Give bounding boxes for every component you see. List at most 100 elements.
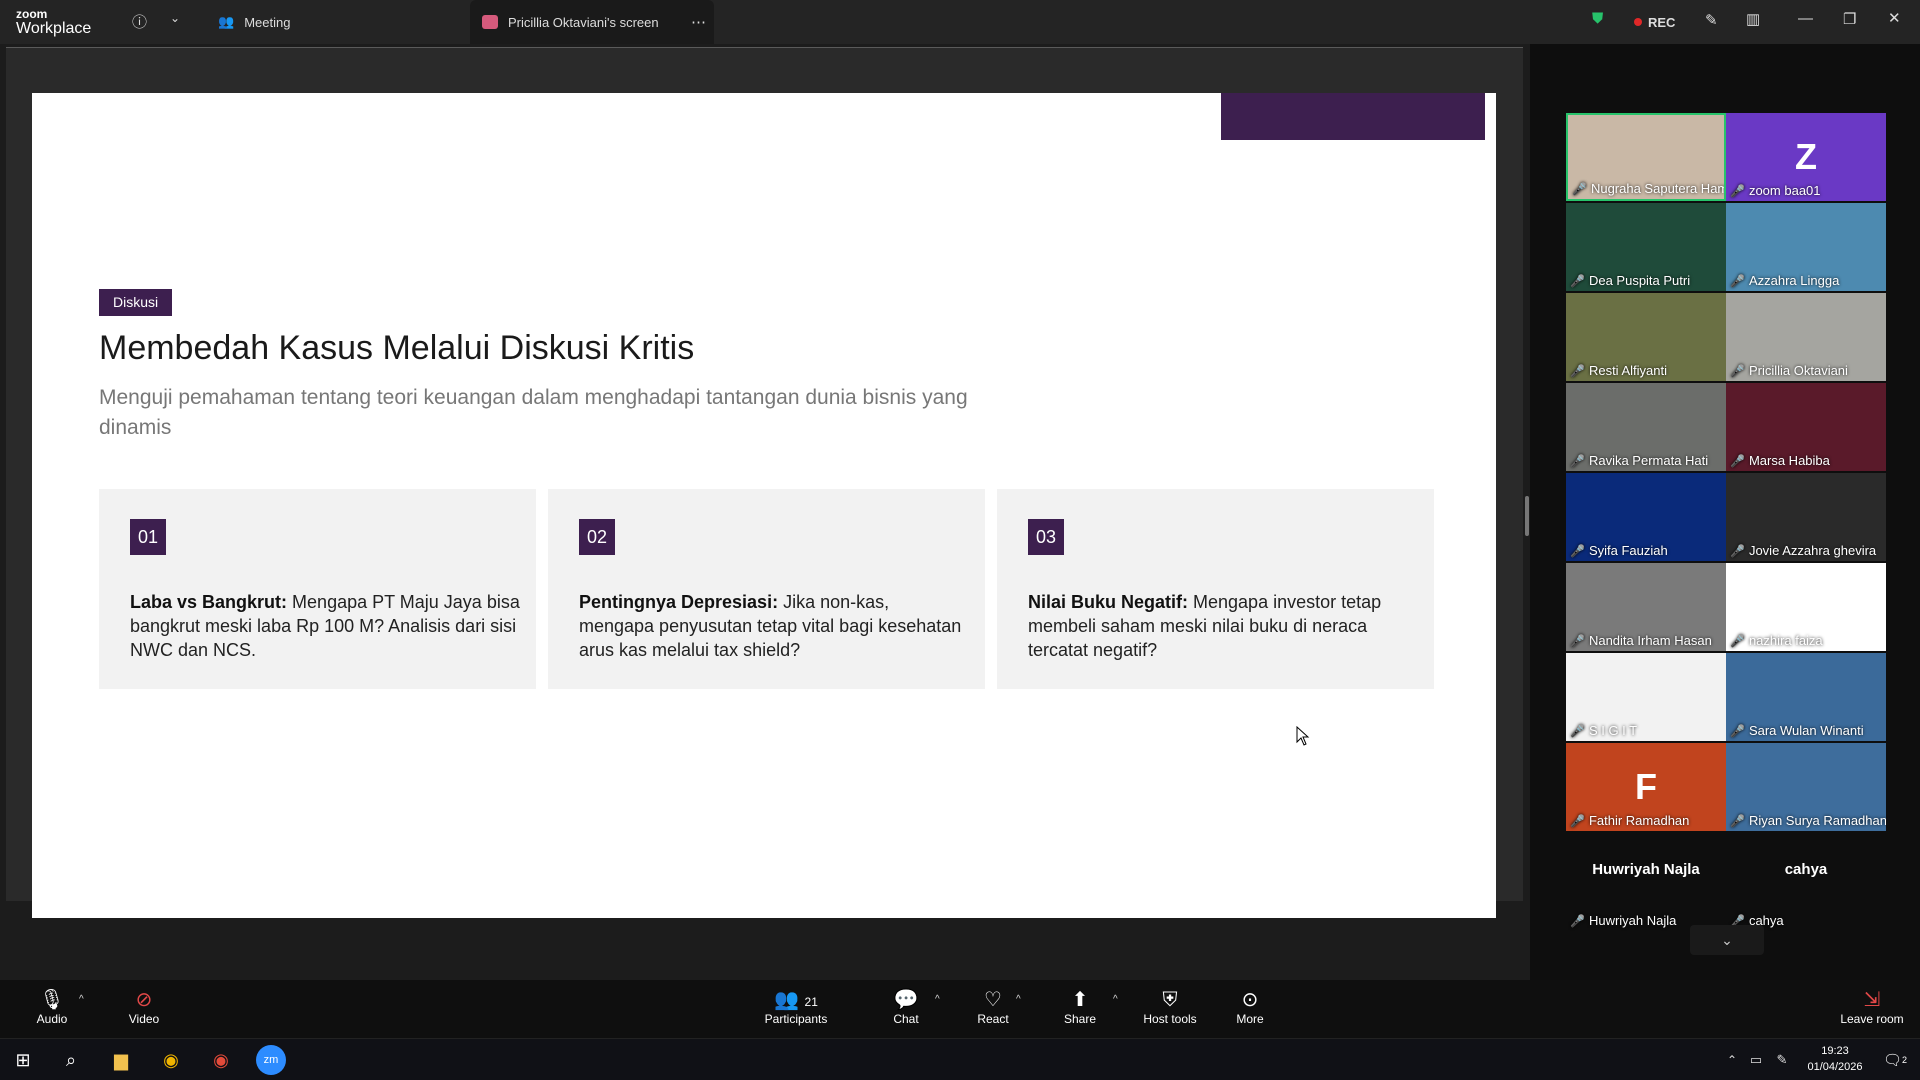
participant-tile[interactable]: Huwriyah Najla 🎤 Huwriyah Najla bbox=[1566, 843, 1726, 931]
participant-name: 🎤 Fathir Ramadhan bbox=[1570, 813, 1690, 828]
mic-muted-icon: 🎤 bbox=[1730, 454, 1745, 468]
discussion-card: 03 Nilai Buku Negatif: Mengapa investor … bbox=[997, 489, 1434, 689]
mic-muted-icon: 🎤 bbox=[1730, 724, 1745, 738]
shield-icon[interactable]: ⛊ bbox=[1592, 10, 1603, 27]
participant-name: 🎤 Azzahra Lingga bbox=[1730, 273, 1840, 288]
notification-icon[interactable]: 🗨 2 bbox=[1880, 1045, 1910, 1075]
share-options-caret-icon[interactable]: ^ bbox=[1113, 994, 1118, 1005]
participant-name: 🎤 Nandita Irham Hasan bbox=[1570, 633, 1712, 648]
meeting-tab[interactable]: 👥 Meeting bbox=[218, 0, 290, 44]
gallery-scroll-down-icon[interactable]: ⌄ bbox=[1690, 925, 1764, 955]
more-icon: ⊙ bbox=[1241, 989, 1259, 1011]
presentation-slide: Diskusi Membedah Kasus Melalui Diskusi K… bbox=[32, 93, 1496, 918]
audio-options-caret-icon[interactable]: ^ bbox=[79, 994, 84, 1005]
mic-muted-icon: 🎤 bbox=[1570, 634, 1585, 648]
discussion-card: 01 Laba vs Bangkrut: Mengapa PT Maju Jay… bbox=[99, 489, 536, 689]
participant-name: 🎤 Jovie Azzahra ghevira bbox=[1730, 543, 1877, 558]
participant-tile[interactable]: 🎤 Sara Wulan Winanti bbox=[1726, 653, 1886, 741]
participant-tile[interactable]: 🎤 Nandita Irham Hasan bbox=[1566, 563, 1726, 651]
participant-tile[interactable]: 🎤 Ravika Permata Hati bbox=[1566, 383, 1726, 471]
info-icon[interactable]: ⓘ bbox=[132, 11, 147, 32]
participant-tile[interactable]: 🎤 Pricillia Oktaviani bbox=[1726, 293, 1886, 381]
chrome-profile-icon[interactable]: ◉ bbox=[206, 1045, 236, 1075]
title-bar: zoom Workplace ⓘ ⌄ 👥 Meeting Pricillia O… bbox=[0, 0, 1920, 44]
participants-icon: 👥 21 bbox=[774, 989, 818, 1011]
video-off-icon: ⊘ bbox=[135, 989, 153, 1011]
participant-tile[interactable]: 🎤 Azzahra Lingga bbox=[1726, 203, 1886, 291]
participant-tile[interactable]: 🎤 Marsa Habiba bbox=[1726, 383, 1886, 471]
file-explorer-icon[interactable]: ▆ bbox=[106, 1045, 136, 1075]
chat-button[interactable]: 💬 Chat bbox=[888, 988, 924, 1026]
participant-name: 🎤 Pricillia Oktaviani bbox=[1730, 363, 1848, 378]
windows-start-icon[interactable]: ⊞ bbox=[8, 1045, 38, 1075]
card-text: Nilai Buku Negatif: Mengapa investor tet… bbox=[1028, 592, 1382, 660]
participant-tile[interactable]: cahya 🎤 cahya bbox=[1726, 843, 1886, 931]
participant-tile[interactable]: 🎤 Riyan Surya Ramadhan bbox=[1726, 743, 1886, 831]
participant-tile[interactable]: 🎤 Nugraha Saputera Ham... bbox=[1566, 113, 1726, 201]
layout-icon[interactable]: ▥ bbox=[1746, 10, 1760, 28]
card-number: 02 bbox=[579, 519, 615, 555]
participant-name: 🎤 Syifa Fauziah bbox=[1570, 543, 1668, 558]
mic-muted-icon: 🎤 bbox=[1570, 544, 1585, 558]
participants-button[interactable]: 👥 21 Participants bbox=[758, 988, 834, 1026]
participant-display-name: Huwriyah Najla bbox=[1592, 861, 1700, 878]
zoom-app-icon[interactable]: zm bbox=[256, 1045, 286, 1075]
host-shield-icon: ⛨ bbox=[1162, 989, 1178, 1011]
zoom-logo: zoom Workplace bbox=[16, 7, 92, 37]
chat-options-caret-icon[interactable]: ^ bbox=[935, 994, 940, 1005]
more-options-icon[interactable]: ⋯ bbox=[691, 13, 706, 31]
leave-room-button[interactable]: ⇲ Leave room bbox=[1836, 988, 1908, 1026]
participant-name: 🎤 zoom baa01 bbox=[1730, 183, 1821, 198]
video-button[interactable]: ⊘ Video bbox=[124, 988, 164, 1026]
participant-tile[interactable]: Z 🎤 zoom baa01 bbox=[1726, 113, 1886, 201]
participant-name: 🎤 Marsa Habiba bbox=[1730, 453, 1830, 468]
screen-share-tab[interactable]: Pricillia Oktaviani's screen ⋯ bbox=[470, 0, 714, 44]
more-button[interactable]: ⊙ More bbox=[1230, 988, 1270, 1026]
mic-muted-icon: 🎤 bbox=[1730, 634, 1745, 648]
leave-icon: ⇲ bbox=[1863, 989, 1881, 1011]
chat-icon: 💬 bbox=[893, 989, 919, 1011]
search-icon[interactable]: ⌕ bbox=[56, 1045, 86, 1075]
slide-header-bar bbox=[1221, 93, 1485, 140]
clock[interactable]: 19:23 01/04/2026 bbox=[1800, 1043, 1870, 1075]
share-icon: ⬆ bbox=[1071, 989, 1089, 1011]
mic-muted-icon: 🎤 bbox=[1730, 544, 1745, 558]
chevron-down-icon[interactable]: ⌄ bbox=[170, 11, 180, 25]
host-tools-button[interactable]: ⛨ Host tools bbox=[1138, 988, 1202, 1026]
pen-icon[interactable]: ✎ bbox=[1705, 11, 1718, 29]
participant-tile[interactable]: 🎤 Resti Alfiyanti bbox=[1566, 293, 1726, 381]
mic-muted-icon: 🎤 bbox=[1570, 914, 1585, 928]
people-icon: 👥 bbox=[218, 14, 235, 29]
react-button[interactable]: ♡ React bbox=[973, 988, 1013, 1026]
react-options-caret-icon[interactable]: ^ bbox=[1016, 994, 1021, 1005]
mic-muted-icon: 🎤 bbox=[1570, 364, 1585, 378]
rec-indicator[interactable]: REC bbox=[1634, 0, 1675, 44]
participant-tile[interactable]: F 🎤 Fathir Ramadhan bbox=[1566, 743, 1726, 831]
discussion-card: 02 Pentingnya Depresiasi: Jika non-kas, … bbox=[548, 489, 985, 689]
maximize-icon[interactable]: ❐ bbox=[1843, 10, 1856, 28]
card-text: Pentingnya Depresiasi: Jika non-kas, men… bbox=[579, 592, 962, 660]
participant-tile[interactable]: 🎤 Syifa Fauziah bbox=[1566, 473, 1726, 561]
participant-tile[interactable]: 🎤 Jovie Azzahra ghevira bbox=[1726, 473, 1886, 561]
participant-name: 🎤 Dea Puspita Putri bbox=[1570, 273, 1691, 288]
panel-resize-handle[interactable] bbox=[1525, 496, 1529, 536]
pen-tray-icon[interactable]: ✎ bbox=[1767, 1045, 1797, 1075]
participant-name: 🎤 Nugraha Saputera Ham... bbox=[1572, 181, 1726, 196]
mic-muted-icon: 🎤 bbox=[1730, 364, 1745, 378]
participant-name: 🎤 Ravika Permata Hati bbox=[1570, 453, 1709, 468]
participant-name: 🎤 Resti Alfiyanti bbox=[1570, 363, 1667, 378]
participant-display-name: cahya bbox=[1784, 861, 1828, 878]
participant-name: 🎤 Riyan Surya Ramadhan bbox=[1730, 813, 1886, 828]
participant-tile[interactable]: 🎤 Dea Puspita Putri bbox=[1566, 203, 1726, 291]
mic-muted-icon: 🎤 bbox=[1730, 814, 1745, 828]
minimize-icon[interactable]: — bbox=[1798, 10, 1813, 27]
share-button[interactable]: ⬆ Share bbox=[1060, 988, 1100, 1026]
chrome-icon[interactable]: ◉ bbox=[156, 1045, 186, 1075]
card-text: Laba vs Bangkrut: Mengapa PT Maju Jaya b… bbox=[130, 592, 520, 660]
participant-name: 🎤 nazhira faiza bbox=[1730, 633, 1823, 648]
close-icon[interactable]: ✕ bbox=[1888, 9, 1901, 27]
mic-muted-icon: 🎤 bbox=[1570, 724, 1585, 738]
participant-tile[interactable]: 🎤 nazhira faiza bbox=[1726, 563, 1886, 651]
audio-button[interactable]: 🎙 Audio bbox=[32, 988, 72, 1026]
participant-tile[interactable]: 🎤 S I G I T bbox=[1566, 653, 1726, 741]
